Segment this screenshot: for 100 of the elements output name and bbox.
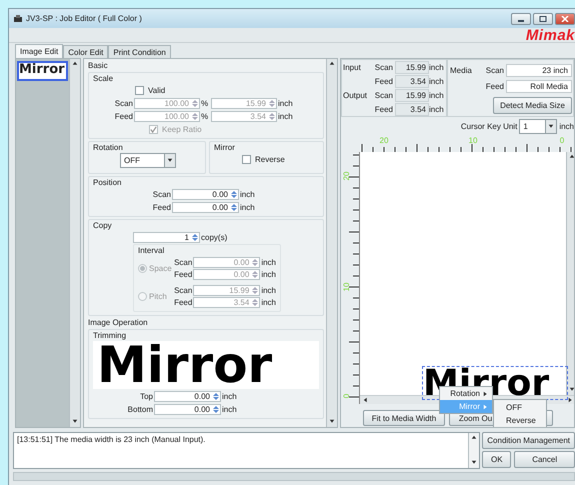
maximize-icon [539,16,547,22]
spinner-icon [230,202,238,212]
caret-icon [548,124,554,130]
log-line: [13:51:51] The media width is 23 inch (Manual Input). [17,435,206,444]
readonly-field: 3.54 [395,75,429,88]
window-title: JV3-SP : Job Editor ( Full Color ) [26,14,142,23]
group-title: Scale [93,74,114,83]
tab[interactable]: Image Edit [15,44,64,58]
cancel-button[interactable]: Cancel [514,451,575,468]
close-icon [561,16,569,22]
caret-icon [167,158,173,164]
group-title: Mirror [214,143,236,152]
canvas-button[interactable]: Fit to Media Width [363,410,445,426]
field-label: Bottom [126,404,153,414]
scroll-right-icon [568,397,574,403]
info-label: Feed [374,77,394,86]
scroll-up-icon [471,435,478,441]
field-label: Scan [114,98,133,108]
unit-label: inch [429,77,445,86]
spinner-icon [191,232,199,242]
unit-label: inch [222,392,237,400]
spinner-icon [251,298,260,306]
info-label: Output [343,91,368,100]
info-label: Scan [374,63,394,72]
media-field[interactable]: Roll Media [506,80,572,94]
checkbox-label: Keep Ratio [161,124,202,134]
app-icon [13,14,23,24]
scroll-up-icon [329,61,335,67]
readonly-field: 3.54 [395,103,429,116]
detect-media-size-button[interactable]: Detect Media Size [493,97,572,114]
unit-label: inch [429,105,445,114]
group-title: Copy [93,221,113,230]
number-field[interactable]: 0.00 [154,404,221,414]
unit-label: inch [278,112,293,120]
field-label: Feed [152,202,171,212]
field-label: Cursor Key Unit [460,122,518,131]
field-label: Feed [484,82,505,92]
info-label: Feed [374,105,394,114]
spinner-icon [251,286,260,294]
ok-button[interactable]: OK [482,451,512,468]
scroll-left-icon [363,397,369,403]
info-label: Input [343,63,362,72]
spinner-icon [212,392,220,400]
spinner-icon [230,190,238,198]
group-title: Position [93,178,122,187]
checkbox[interactable] [135,86,144,94]
vertical-ruler: 20 10 0 [341,152,359,398]
radio-label: Space [149,264,172,272]
spinner-icon [191,98,199,108]
image-thumbnail[interactable]: Mirror [17,61,68,81]
maximize-button[interactable] [533,12,553,24]
scroll-up-icon [569,154,574,160]
number-field[interactable]: 0.00 [172,202,239,212]
scrollbar[interactable] [566,152,574,395]
scroll-down-icon [471,460,478,466]
unit-label: % [201,98,210,108]
unit-label: inch [559,122,574,131]
spinner-icon [268,98,276,108]
close-button[interactable] [555,12,575,24]
field-label: Feed [173,298,192,306]
checkbox-label: Valid [147,86,166,94]
unit-label: inch [429,63,445,72]
number-field[interactable]: 0.00 [172,188,239,200]
unit-label: inch [261,270,276,278]
unit-label: inch [261,258,276,266]
checkbox[interactable] [242,154,251,164]
field-label: Feed [173,270,192,278]
spinner-icon [268,112,276,120]
scroll-down-icon [72,419,78,425]
section-title: Image Operation [88,318,149,327]
unit-label: inch [261,286,276,294]
tab[interactable]: Color Edit [63,45,108,58]
cursor-unit-dropdown[interactable]: 1 [519,119,558,134]
field-label: Scan [173,286,192,294]
trimming-preview: Mirror [93,341,319,389]
info-label: Scan [374,91,394,100]
rotation-dropdown[interactable]: OFF [120,153,176,168]
condition-management-button[interactable]: Condition Management [482,432,575,449]
number-field[interactable]: 0.00 [154,390,221,402]
radio-label: Pitch [149,292,167,300]
readonly-field: 15.99 [395,61,429,74]
unit-label: inch [261,298,276,306]
unit-label: inch [222,404,237,414]
scroll-down-icon [569,387,574,393]
scrollbar[interactable] [326,59,337,427]
number-field[interactable]: 1 [133,232,200,242]
spinner-icon [251,270,260,278]
unit-label: % [201,112,210,120]
scroll-up-icon [72,61,78,67]
scrollbar[interactable] [69,59,80,427]
readonly-field: 15.99 [395,89,429,102]
media-field[interactable]: 23 inch [506,64,572,77]
checkbox[interactable] [149,124,158,134]
group-title: Interval [138,246,166,255]
field-label: Scan [152,190,171,198]
tab[interactable]: Print Condition [108,45,171,58]
scrollbar[interactable] [468,433,480,468]
checkbox-label: Reverse [254,154,285,164]
field-label: Top [139,392,153,400]
minimize-button[interactable] [511,12,531,24]
